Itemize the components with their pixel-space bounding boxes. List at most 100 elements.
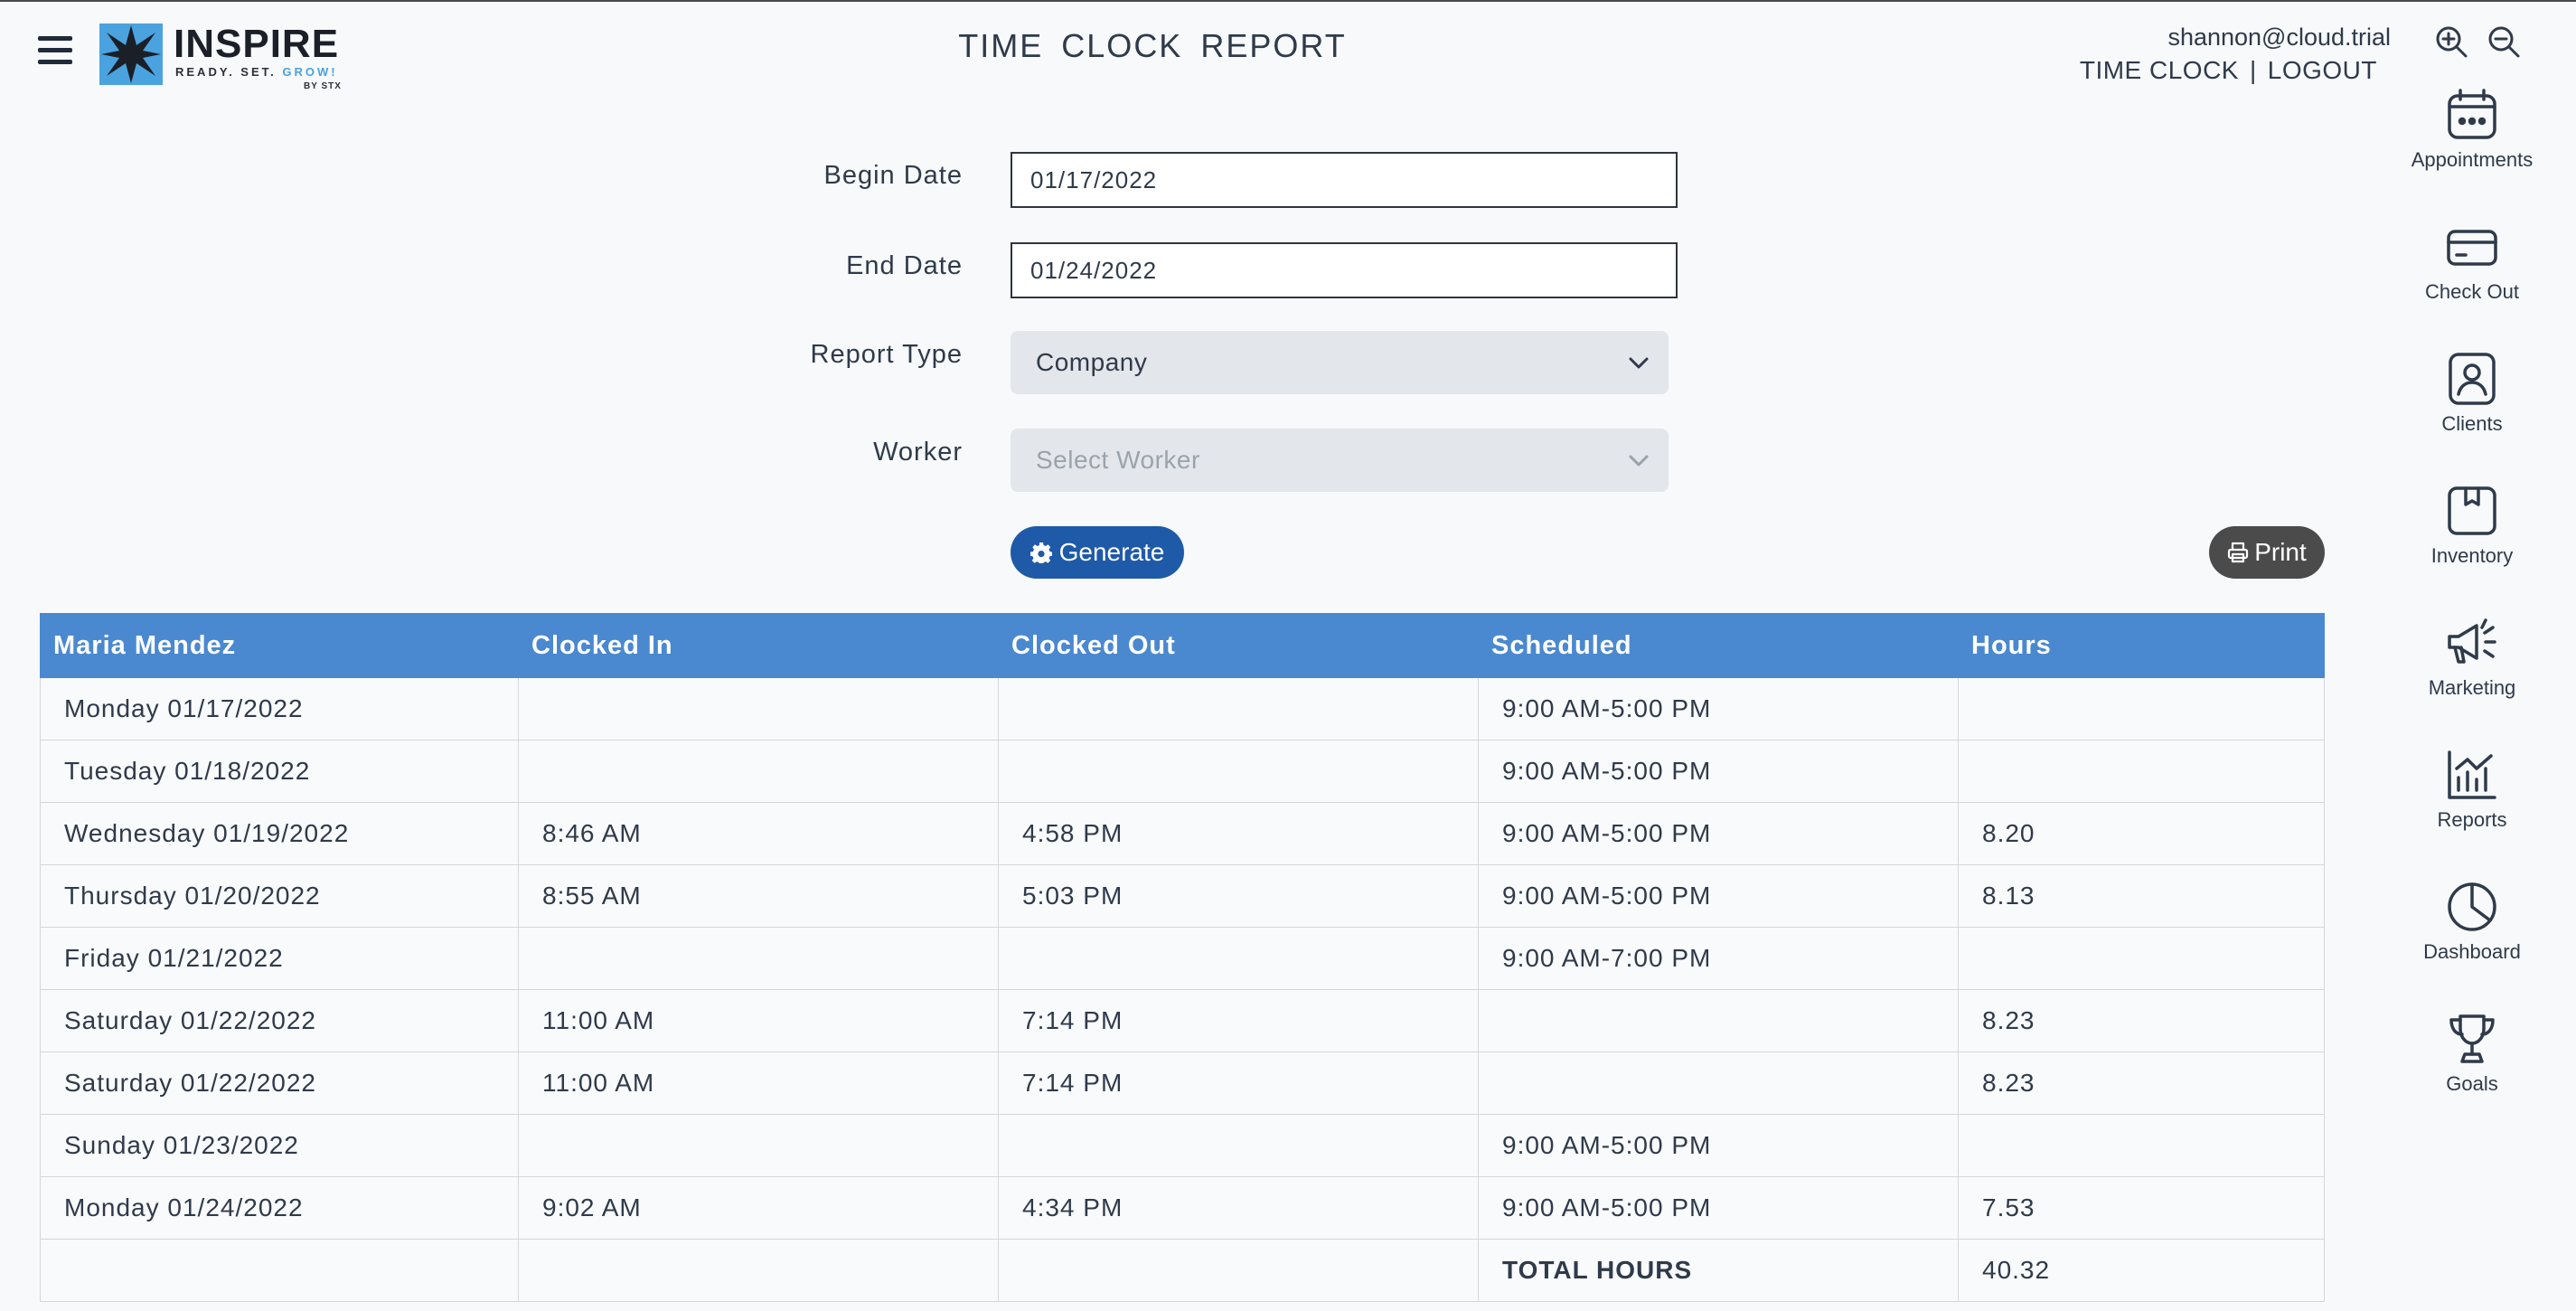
table-row: Saturday 01/22/2022 11:00 AM 7:14 PM 8.2… [40, 1052, 2325, 1115]
time-clock-table: Maria Mendez Clocked In Clocked Out Sche… [40, 613, 2325, 1302]
generate-button-label: Generate [1058, 538, 1165, 566]
time-clock-link[interactable]: TIME CLOCK [2080, 56, 2239, 84]
report-type-select[interactable]: Company [1011, 331, 1669, 394]
cell-clocked-out [998, 740, 1479, 803]
cell-clocked-in [518, 740, 999, 803]
print-button[interactable]: Print [2209, 526, 2325, 579]
cell-hours: 8.23 [1958, 989, 2325, 1052]
hamburger-menu-icon[interactable] [38, 36, 72, 67]
cell-total-empty [998, 1239, 1479, 1302]
logo-by-stx: BY STX [304, 81, 342, 91]
header-worker-name: Maria Mendez [40, 613, 519, 678]
bar-chart-icon [2448, 750, 2496, 799]
rail-item-clients[interactable]: Clients [2395, 351, 2549, 483]
cell-date: Tuesday 01/18/2022 [40, 740, 519, 803]
link-separator: | [2249, 56, 2257, 84]
zoom-in-icon[interactable] [2433, 24, 2469, 60]
cell-scheduled: 9:00 AM-5:00 PM [1478, 802, 1959, 865]
cell-hours [1958, 927, 2325, 990]
right-nav-rail: Appointments Check Out Clients Inventory… [2395, 87, 2549, 1143]
table-row: Monday 01/17/2022 9:00 AM-5:00 PM [40, 677, 2325, 740]
worker-select[interactable]: Select Worker [1011, 429, 1669, 492]
top-links: TIME CLOCK | LOGOUT [2080, 56, 2377, 85]
table-row: Tuesday 01/18/2022 9:00 AM-5:00 PM [40, 740, 2325, 803]
end-date-input[interactable] [1011, 242, 1678, 298]
cell-scheduled: 9:00 AM-5:00 PM [1478, 740, 1959, 803]
cell-clocked-out: 7:14 PM [998, 989, 1479, 1052]
begin-date-label: Begin Date [823, 161, 963, 190]
cell-hours [1958, 740, 2325, 803]
cell-date: Thursday 01/20/2022 [40, 864, 519, 928]
cell-clocked-out: 4:34 PM [998, 1176, 1479, 1240]
worker-placeholder: Select Worker [1036, 446, 1200, 474]
logout-link[interactable]: LOGOUT [2268, 56, 2377, 84]
rail-label-clients: Clients [2441, 412, 2503, 435]
trophy-icon [2449, 1014, 2495, 1063]
top-border [0, 0, 2576, 2]
cell-hours [1958, 1114, 2325, 1177]
table-header-row: Maria Mendez Clocked In Clocked Out Sche… [40, 613, 2325, 678]
gear-icon [1029, 542, 1052, 563]
rail-item-dashboard[interactable]: Dashboard [2395, 879, 2549, 1011]
cell-clocked-in: 8:55 AM [518, 864, 999, 928]
report-type-label: Report Type [810, 340, 963, 369]
end-date-label: End Date [846, 251, 963, 280]
header-scheduled: Scheduled [1478, 613, 1959, 678]
pie-chart-icon [2448, 882, 2496, 931]
rail-label-dashboard: Dashboard [2423, 940, 2521, 963]
cell-clocked-out: 5:03 PM [998, 864, 1479, 928]
rail-item-reports[interactable]: Reports [2395, 747, 2549, 879]
cell-scheduled: 9:00 AM-5:00 PM [1478, 677, 1959, 740]
page-title: TIME CLOCK REPORT [958, 27, 1347, 64]
rail-label-inventory: Inventory [2430, 544, 2514, 567]
cell-clocked-in [518, 677, 999, 740]
table-total-row: TOTAL HOURS 40.32 [40, 1239, 2325, 1302]
user-card-icon [2449, 353, 2496, 405]
cell-date: Monday 01/17/2022 [40, 677, 519, 740]
cell-total-empty [40, 1239, 519, 1302]
cell-date: Saturday 01/22/2022 [40, 1052, 519, 1115]
cell-clocked-out: 7:14 PM [998, 1052, 1479, 1115]
cell-clocked-out: 4:58 PM [998, 802, 1479, 865]
header-hours: Hours [1958, 613, 2325, 678]
cell-date: Wednesday 01/19/2022 [40, 802, 519, 865]
rail-label-check-out: Check Out [2425, 280, 2519, 303]
box-icon [2448, 486, 2496, 535]
rail-label-marketing: Marketing [2428, 676, 2516, 699]
cell-clocked-in: 9:02 AM [518, 1176, 999, 1240]
total-hours-label: TOTAL HOURS [1478, 1239, 1959, 1302]
rail-label-reports: Reports [2437, 808, 2507, 831]
credit-card-icon [2447, 230, 2497, 266]
cell-hours: 8.23 [1958, 1052, 2325, 1115]
header-clocked-out: Clocked Out [998, 613, 1479, 678]
inspire-logo[interactable]: INSPIRE READY. SET. GROW! BY STX [99, 22, 343, 91]
cell-clocked-in [518, 1114, 999, 1177]
table-row: Monday 01/24/2022 9:02 AM 4:34 PM 9:00 A… [40, 1176, 2325, 1240]
table-row: Friday 01/21/2022 9:00 AM-7:00 PM [40, 927, 2325, 990]
cell-scheduled: 9:00 AM-7:00 PM [1478, 927, 1959, 990]
table-row: Saturday 01/22/2022 11:00 AM 7:14 PM 8.2… [40, 989, 2325, 1052]
rail-item-inventory[interactable]: Inventory [2395, 483, 2549, 615]
chevron-down-icon [1629, 455, 1649, 467]
generate-button[interactable]: Generate [1011, 526, 1184, 579]
rail-item-marketing[interactable]: Marketing [2395, 615, 2549, 747]
chevron-down-icon [1629, 357, 1649, 369]
cell-scheduled: 9:00 AM-5:00 PM [1478, 1176, 1959, 1240]
user-email: shannon@cloud.trial [2167, 24, 2391, 51]
report-type-value: Company [1036, 348, 1148, 376]
cell-date: Monday 01/24/2022 [40, 1176, 519, 1240]
zoom-out-icon[interactable] [2486, 24, 2522, 60]
rail-item-check-out[interactable]: Check Out [2395, 219, 2549, 351]
rail-item-appointments[interactable]: Appointments [2395, 87, 2549, 219]
cell-hours [1958, 677, 2325, 740]
rail-item-goals[interactable]: Goals [2395, 1011, 2549, 1143]
cell-clocked-in [518, 927, 999, 990]
table-row: Sunday 01/23/2022 9:00 AM-5:00 PM [40, 1114, 2325, 1177]
rail-label-appointments: Appointments [2411, 148, 2534, 171]
cell-scheduled: 9:00 AM-5:00 PM [1478, 864, 1959, 928]
cell-clocked-in: 11:00 AM [518, 1052, 999, 1115]
begin-date-input[interactable] [1011, 152, 1678, 208]
rail-label-goals: Goals [2446, 1072, 2498, 1095]
cell-clocked-out [998, 927, 1479, 990]
cell-clocked-in: 11:00 AM [518, 989, 999, 1052]
